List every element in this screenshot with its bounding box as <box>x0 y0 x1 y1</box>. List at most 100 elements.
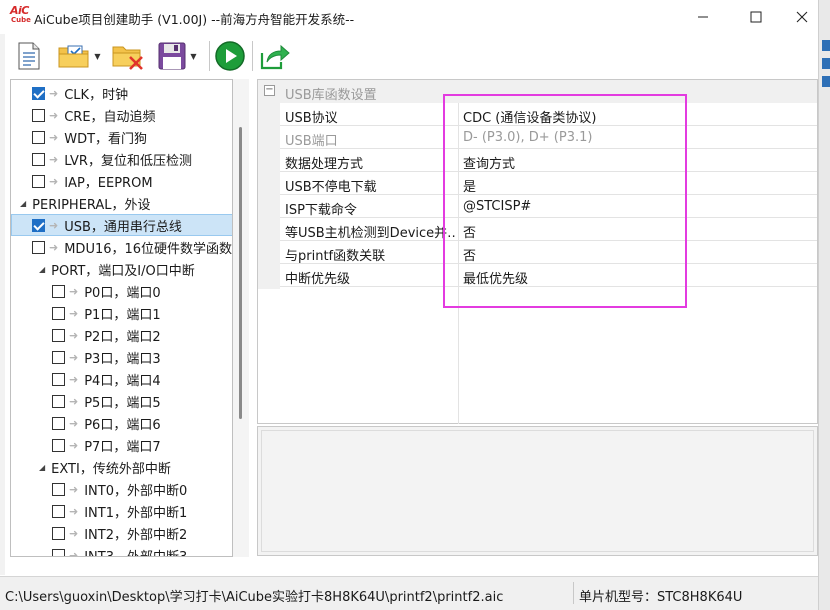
background-window-edge-left <box>0 30 5 575</box>
tree-item-label: INT3，外部中断3 <box>84 549 188 557</box>
checkbox[interactable] <box>32 152 45 166</box>
arrow-right-icon: ➜ <box>69 306 79 320</box>
run-play-icon <box>215 41 245 71</box>
property-key: ISP下载命令 <box>285 203 357 218</box>
checkbox[interactable] <box>52 350 65 364</box>
property-key: 数据处理方式 <box>285 157 364 172</box>
checkbox[interactable] <box>32 108 45 122</box>
tree-group-exti[interactable]: ◢ EXTI，传统外部中断 <box>11 456 232 478</box>
description-panel <box>257 426 818 556</box>
checkbox[interactable] <box>52 306 65 320</box>
tree-item-iap[interactable]: ➜ IAP，EEPROM <box>11 170 232 192</box>
close-window-button[interactable] <box>779 0 825 34</box>
tree-group-peripheral[interactable]: ◢ PERIPHERAL，外设 <box>11 192 232 214</box>
tree-item-int2[interactable]: ➜ INT2，外部中断2 <box>11 522 232 544</box>
maximize-icon <box>750 11 762 23</box>
property-key: 中断优先级 <box>285 272 351 287</box>
arrow-right-icon: ➜ <box>69 328 79 342</box>
checkbox[interactable] <box>52 548 65 556</box>
save-button[interactable]: ▼ <box>151 39 203 73</box>
expand-triangle-icon[interactable]: ◢ <box>39 265 45 274</box>
chevron-down-icon: ▼ <box>94 51 101 61</box>
checkbox[interactable] <box>52 416 65 430</box>
checkbox[interactable] <box>52 526 65 540</box>
tree-group-label: PORT，端口及I/O口中断 <box>51 263 195 279</box>
property-key: 与printf函数关联 <box>285 249 386 264</box>
checkbox[interactable] <box>32 240 45 254</box>
section-title: USB库函数设置 <box>285 88 377 103</box>
checkbox[interactable] <box>52 504 65 518</box>
tree-item-clk[interactable]: ➜ CLK，时钟 <box>11 82 232 104</box>
tree-item-label: INT1，外部中断1 <box>84 505 188 521</box>
tree-item-label: INT2，外部中断2 <box>84 527 188 543</box>
expand-triangle-icon[interactable]: ◢ <box>39 463 45 472</box>
arrow-right-icon: ➜ <box>49 240 59 254</box>
run-button[interactable] <box>213 39 247 73</box>
tree-item-p7[interactable]: ➜ P7口，端口7 <box>11 434 232 456</box>
open-project-button[interactable]: ▼ <box>54 39 104 73</box>
tree-item-label: WDT，看门狗 <box>64 131 148 147</box>
arrow-right-icon: ➜ <box>69 284 79 298</box>
tree-item-usb[interactable]: ➜ USB，通用串行总线 <box>11 214 232 236</box>
tree-item-label: P5口，端口5 <box>84 395 161 411</box>
tree-item-p5[interactable]: ➜ P5口，端口5 <box>11 390 232 412</box>
arrow-right-icon: ➜ <box>49 130 59 144</box>
checkbox-checked[interactable] <box>32 218 45 232</box>
arrow-right-icon: ➜ <box>69 394 79 408</box>
background-checkbox-icon <box>822 76 830 87</box>
checkbox[interactable] <box>52 438 65 452</box>
app-logo-icon: AiC Cube <box>10 4 31 24</box>
arrow-right-icon: ➜ <box>69 372 79 386</box>
tree-item-p1[interactable]: ➜ P1口，端口1 <box>11 302 232 324</box>
tree-item-p0[interactable]: ➜ P0口，端口0 <box>11 280 232 302</box>
background-window-edge <box>818 0 830 610</box>
checkbox[interactable] <box>52 284 65 298</box>
new-document-icon <box>18 42 40 70</box>
tree-scrollbar[interactable] <box>233 79 249 557</box>
arrow-right-icon: ➜ <box>69 438 79 452</box>
tree-item-wdt[interactable]: ➜ WDT，看门狗 <box>11 126 232 148</box>
title-bar: AiC Cube AiCube项目创建助手 (V1.00J) --前海方舟智能开… <box>0 0 818 34</box>
tree-item-int0[interactable]: ➜ INT0，外部中断0 <box>11 478 232 500</box>
minimize-button[interactable] <box>680 0 726 34</box>
tree-item-label: P0口，端口0 <box>84 285 161 301</box>
new-project-button[interactable] <box>11 39 47 73</box>
tree-item-lvr[interactable]: ➜ LVR，复位和低压检测 <box>11 148 232 170</box>
scrollbar-thumb[interactable] <box>239 127 242 419</box>
tree-item-p3[interactable]: ➜ P3口，端口3 <box>11 346 232 368</box>
checkbox[interactable] <box>32 174 45 188</box>
checkbox[interactable] <box>52 328 65 342</box>
chevron-down-icon: ▼ <box>190 51 197 61</box>
tree-item-int3[interactable]: ➜ INT3，外部中断3 <box>11 544 232 557</box>
tree-item-p6[interactable]: ➜ P6口，端口6 <box>11 412 232 434</box>
background-checkbox-icon <box>822 58 830 69</box>
mcu-model: 单片机型号：STC8H8K64U <box>579 590 743 605</box>
tree-group-port[interactable]: ◢ PORT，端口及I/O口中断 <box>11 258 232 280</box>
checkbox[interactable] <box>52 372 65 386</box>
close-project-button[interactable] <box>109 39 147 73</box>
tree-item-p4[interactable]: ➜ P4口，端口4 <box>11 368 232 390</box>
export-arrow-icon <box>260 44 290 70</box>
tree-item-mdu16[interactable]: ➜ MDU16，16位硬件数学函数 <box>11 236 232 258</box>
checkbox[interactable] <box>52 394 65 408</box>
tree-group-label: EXTI，传统外部中断 <box>51 461 171 477</box>
collapse-icon[interactable]: − <box>264 85 275 96</box>
tree-item-label: P4口，端口4 <box>84 373 161 389</box>
arrow-right-icon: ➜ <box>69 548 79 557</box>
tree-item-label: INT0，外部中断0 <box>84 483 188 499</box>
tree-item-cre[interactable]: ➜ CRE，自动追频 <box>11 104 232 126</box>
tree-item-label: CLK，时钟 <box>64 87 129 103</box>
tree-item-int1[interactable]: ➜ INT1，外部中断1 <box>11 500 232 522</box>
arrow-right-icon: ➜ <box>69 416 79 430</box>
toolbar-separator <box>252 41 253 71</box>
checkbox[interactable] <box>32 130 45 144</box>
tree-item-p2[interactable]: ➜ P2口，端口2 <box>11 324 232 346</box>
tree-item-label: CRE，自动追频 <box>64 109 156 125</box>
checkbox-checked[interactable] <box>32 86 45 100</box>
tree-item-label: P7口，端口7 <box>84 439 161 455</box>
expand-triangle-icon[interactable]: ◢ <box>20 199 26 208</box>
arrow-right-icon: ➜ <box>49 86 59 100</box>
export-button[interactable] <box>257 39 293 73</box>
checkbox[interactable] <box>52 482 65 496</box>
maximize-button[interactable] <box>733 0 779 34</box>
